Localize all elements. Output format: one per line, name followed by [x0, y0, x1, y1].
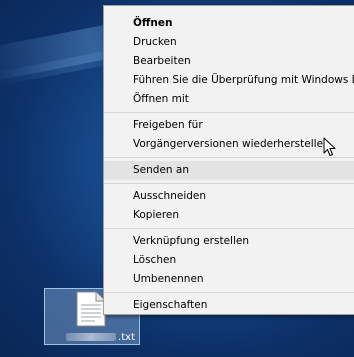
desktop-file-label: .txt [51, 332, 135, 344]
redacted-filename [66, 333, 117, 341]
menu-item-vorgaengerversionen-wiederherstellen[interactable]: Vorgängerversionen wiederherstellen [104, 135, 354, 154]
file-extension: .txt [118, 332, 135, 343]
menu-item-eigenschaften[interactable]: Eigenschaften [104, 296, 354, 315]
menu-item-ausschneiden[interactable]: Ausschneiden [104, 187, 354, 206]
menu-item-oeffnen[interactable]: Öffnen [104, 14, 354, 33]
menu-separator [104, 112, 354, 113]
menu-item-umbenennen[interactable]: Umbenennen [104, 270, 354, 289]
menu-item-bearbeiten[interactable]: Bearbeiten [104, 52, 354, 71]
context-menu: Öffnen Drucken Bearbeiten Führen Sie die Üb… [103, 5, 354, 315]
menu-item-freigeben-fuer[interactable]: Freigeben für [104, 116, 354, 135]
menu-separator [104, 157, 354, 158]
menu-item-kopieren[interactable]: Kopieren [104, 206, 354, 225]
menu-item-drucken[interactable]: Drucken [104, 33, 354, 52]
menu-item-oeffnen-mit[interactable]: Öffnen mit [104, 90, 354, 109]
menu-item-verknuepfung-erstellen[interactable]: Verknüpfung erstellen [104, 232, 354, 251]
text-file-icon [76, 291, 106, 327]
menu-item-senden-an[interactable]: Senden an [104, 161, 354, 180]
menu-separator [104, 183, 354, 184]
menu-separator [104, 292, 354, 293]
arrow-cursor-icon [323, 137, 336, 156]
menu-item-fuehren-sie-die-ueberpruefung-mit-window[interactable]: Führen Sie die Überprüfung mit Windows D… [104, 71, 354, 90]
menu-item-loeschen[interactable]: Löschen [104, 251, 354, 270]
menu-separator [104, 228, 354, 229]
